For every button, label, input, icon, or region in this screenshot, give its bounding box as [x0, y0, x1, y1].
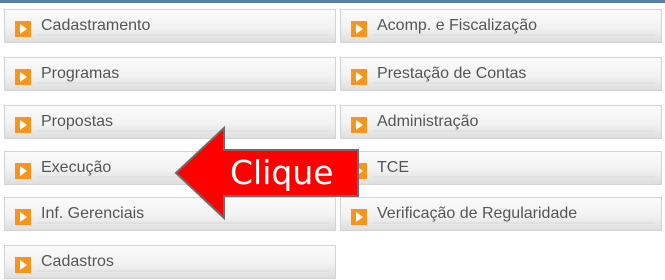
arrow-right-icon — [15, 209, 31, 225]
menu-item-programas[interactable]: Programas — [4, 57, 336, 91]
menu-item-label: Execução — [41, 159, 112, 176]
divider — [373, 222, 655, 224]
divider — [373, 82, 655, 84]
menu-item-cadastros[interactable]: Cadastros — [4, 245, 336, 279]
divider — [373, 176, 655, 178]
menu-item-cadastramento[interactable]: Cadastramento — [4, 9, 336, 43]
menu-item-label: Prestação de Contas — [377, 65, 527, 82]
menu-item-label: Inf. Gerenciais — [41, 205, 145, 222]
divider — [373, 130, 655, 132]
menu-item-label: Acomp. e Fiscalização — [377, 17, 538, 34]
arrow-right-icon — [15, 257, 31, 273]
menu-item-acomp-fiscalizacao[interactable]: Acomp. e Fiscalização — [340, 9, 662, 43]
menu-item-tce[interactable]: TCE — [340, 151, 662, 185]
menu-screen: Cadastramento Programas Propostas Execuç… — [0, 0, 665, 280]
arrow-right-icon — [351, 21, 367, 37]
menu-item-label: Cadastramento — [41, 17, 151, 34]
menu-item-prestacao-contas[interactable]: Prestação de Contas — [340, 57, 662, 91]
arrow-right-icon — [15, 69, 31, 85]
callout-label: Clique — [230, 153, 334, 192]
menu-item-label: Verificação de Regularidade — [377, 205, 578, 222]
divider — [373, 34, 655, 36]
arrow-right-icon — [15, 163, 31, 179]
menu-item-administracao[interactable]: Administração — [340, 105, 662, 139]
arrow-right-icon — [15, 21, 31, 37]
divider — [37, 34, 329, 36]
divider — [37, 270, 329, 272]
menu-item-label: Programas — [41, 65, 120, 82]
menu-item-verificacao-regularidade[interactable]: Verificação de Regularidade — [340, 197, 662, 231]
arrow-right-icon — [15, 117, 31, 133]
arrow-right-icon — [351, 69, 367, 85]
menu-item-label: Propostas — [41, 113, 114, 130]
menu-item-label: Cadastros — [41, 253, 114, 270]
divider — [37, 222, 329, 224]
top-bar — [0, 0, 665, 3]
divider — [37, 82, 329, 84]
menu-item-label: TCE — [377, 159, 409, 176]
menu-item-label: Administração — [377, 113, 479, 130]
